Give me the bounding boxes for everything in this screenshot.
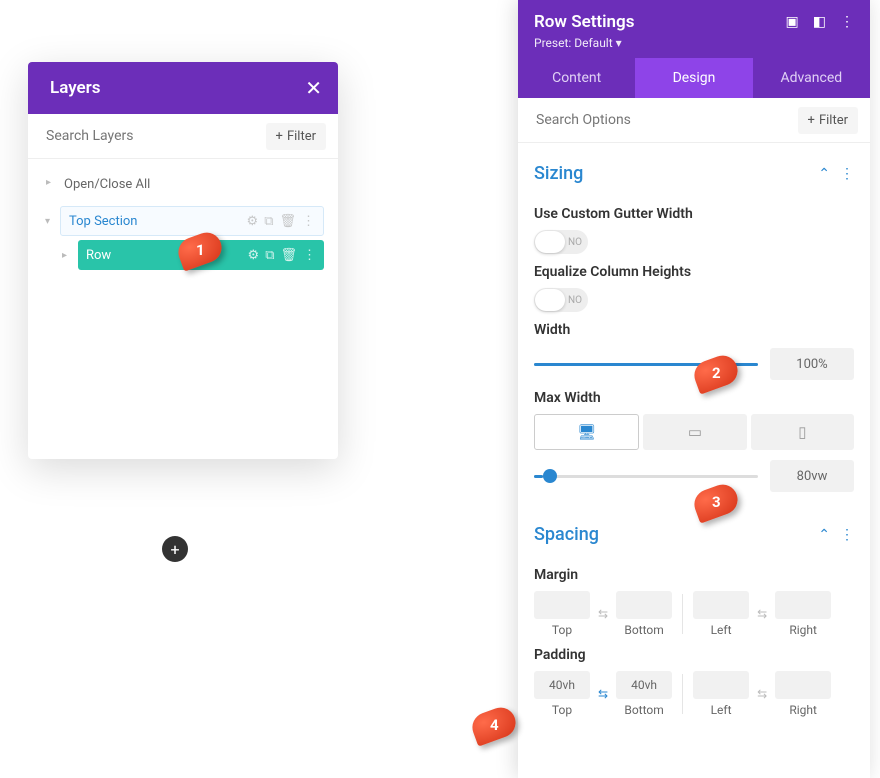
maxwidth-input[interactable] [770,460,854,492]
layers-body: Open/Close All Top Section ⚙ ⧉ 🗑 ⋮ Row ⚙… [28,159,338,459]
sizing-section-head[interactable]: Sizing ⌃ ⋮ [534,155,854,196]
layer-label: Row [86,248,111,263]
more-icon[interactable]: ⋮ [840,166,854,182]
margin-top-input[interactable] [534,591,590,619]
settings-header: Row Settings ▣ ◧ ⋮ Preset: Default ▾ [518,0,870,58]
settings-search-row: +Filter [518,98,870,143]
more-icon[interactable]: ⋮ [302,214,315,229]
device-desktop[interactable]: 🖥 [534,414,639,450]
link-icon[interactable]: ⇆ [755,687,769,701]
equalize-label: Equalize Column Heights [534,264,854,280]
plus-icon: + [276,129,283,144]
tab-design[interactable]: Design [635,58,752,98]
more-icon[interactable]: ⋮ [840,14,854,30]
layer-top-section[interactable]: Top Section ⚙ ⧉ 🗑 ⋮ [60,206,324,236]
trash-icon[interactable]: 🗑 [280,248,297,263]
toggle-knob [535,289,565,311]
gear-icon[interactable]: ⚙ [247,214,259,229]
filter-button[interactable]: +Filter [266,123,326,150]
device-phone[interactable]: ▯ [751,414,854,450]
device-tablet[interactable]: ▭ [643,414,746,450]
gear-icon[interactable]: ⚙ [248,248,260,263]
equalize-toggle[interactable]: NO [534,288,588,312]
padding-label: Padding [534,647,854,663]
margin-right-input[interactable] [775,591,831,619]
duplicate-icon[interactable]: ⧉ [264,214,273,229]
trash-icon[interactable]: 🗑 [279,214,296,229]
filter-button[interactable]: +Filter [798,107,858,134]
search-layers-input[interactable] [40,122,266,150]
expand-icon[interactable]: ▣ [786,14,799,30]
toggle-value: NO [568,237,582,248]
grid-icon[interactable]: ◧ [813,14,826,30]
layer-actions: ⚙ ⧉ 🗑 ⋮ [247,214,315,229]
layers-title: Layers [50,78,101,98]
chevron-up-icon[interactable]: ⌃ [818,527,830,543]
chevron-up-icon[interactable]: ⌃ [818,166,830,182]
more-icon[interactable]: ⋮ [840,527,854,543]
annotation-4: 4 [468,703,520,746]
margin-bottom-input[interactable] [616,591,672,619]
width-input[interactable] [770,348,854,380]
preset-label[interactable]: Preset: Default ▾ [534,36,854,50]
open-close-all[interactable]: Open/Close All [42,169,324,206]
settings-body: Sizing ⌃ ⋮ Use Custom Gutter Width NO Equ… [518,143,870,771]
link-icon[interactable]: ⇆ [596,607,610,621]
layers-search-row: +Filter [28,114,338,159]
gutter-toggle[interactable]: NO [534,230,588,254]
margin-label: Margin [534,567,854,583]
padding-grid: Top ⇆ Bottom Left ⇆ Right [534,671,854,717]
padding-left-input[interactable] [693,671,749,699]
layers-header: Layers ✕ [28,62,338,114]
padding-top-input[interactable] [534,671,590,699]
search-options-input[interactable] [530,106,798,134]
toggle-value: NO [568,295,582,306]
link-icon[interactable]: ⇆ [596,687,610,701]
sizing-title: Sizing [534,163,583,184]
settings-title: Row Settings [534,12,634,32]
padding-right-input[interactable] [775,671,831,699]
add-button[interactable]: + [162,536,188,562]
padding-bottom-input[interactable] [616,671,672,699]
width-label: Width [534,322,854,338]
slider-thumb[interactable] [543,469,557,483]
more-icon[interactable]: ⋮ [303,248,316,263]
row-settings-panel: Row Settings ▣ ◧ ⋮ Preset: Default ▾ Con… [518,0,870,778]
close-icon[interactable]: ✕ [305,76,322,100]
layer-actions: ⚙ ⧉ 🗑 ⋮ [248,248,316,263]
gutter-label: Use Custom Gutter Width [534,206,854,222]
header-icons: ▣ ◧ ⋮ [786,14,854,30]
tab-content[interactable]: Content [518,58,635,98]
device-tabs: 🖥 ▭ ▯ [534,414,854,450]
spacing-title: Spacing [534,524,599,545]
margin-left-input[interactable] [693,591,749,619]
settings-tabs: Content Design Advanced [518,58,870,98]
margin-grid: Top ⇆ Bottom Left ⇆ Right [534,591,854,637]
maxwidth-slider-row [534,460,854,492]
duplicate-icon[interactable]: ⧉ [265,248,274,263]
plus-icon: + [808,113,815,128]
maxwidth-slider[interactable] [534,475,758,478]
toggle-knob [535,231,565,253]
chevron-down-icon: ▾ [616,36,622,50]
spacing-section-head[interactable]: Spacing ⌃ ⋮ [534,516,854,557]
tab-advanced[interactable]: Advanced [753,58,870,98]
layer-label: Top Section [69,214,138,229]
maxwidth-label: Max Width [534,390,854,406]
link-icon[interactable]: ⇆ [755,607,769,621]
